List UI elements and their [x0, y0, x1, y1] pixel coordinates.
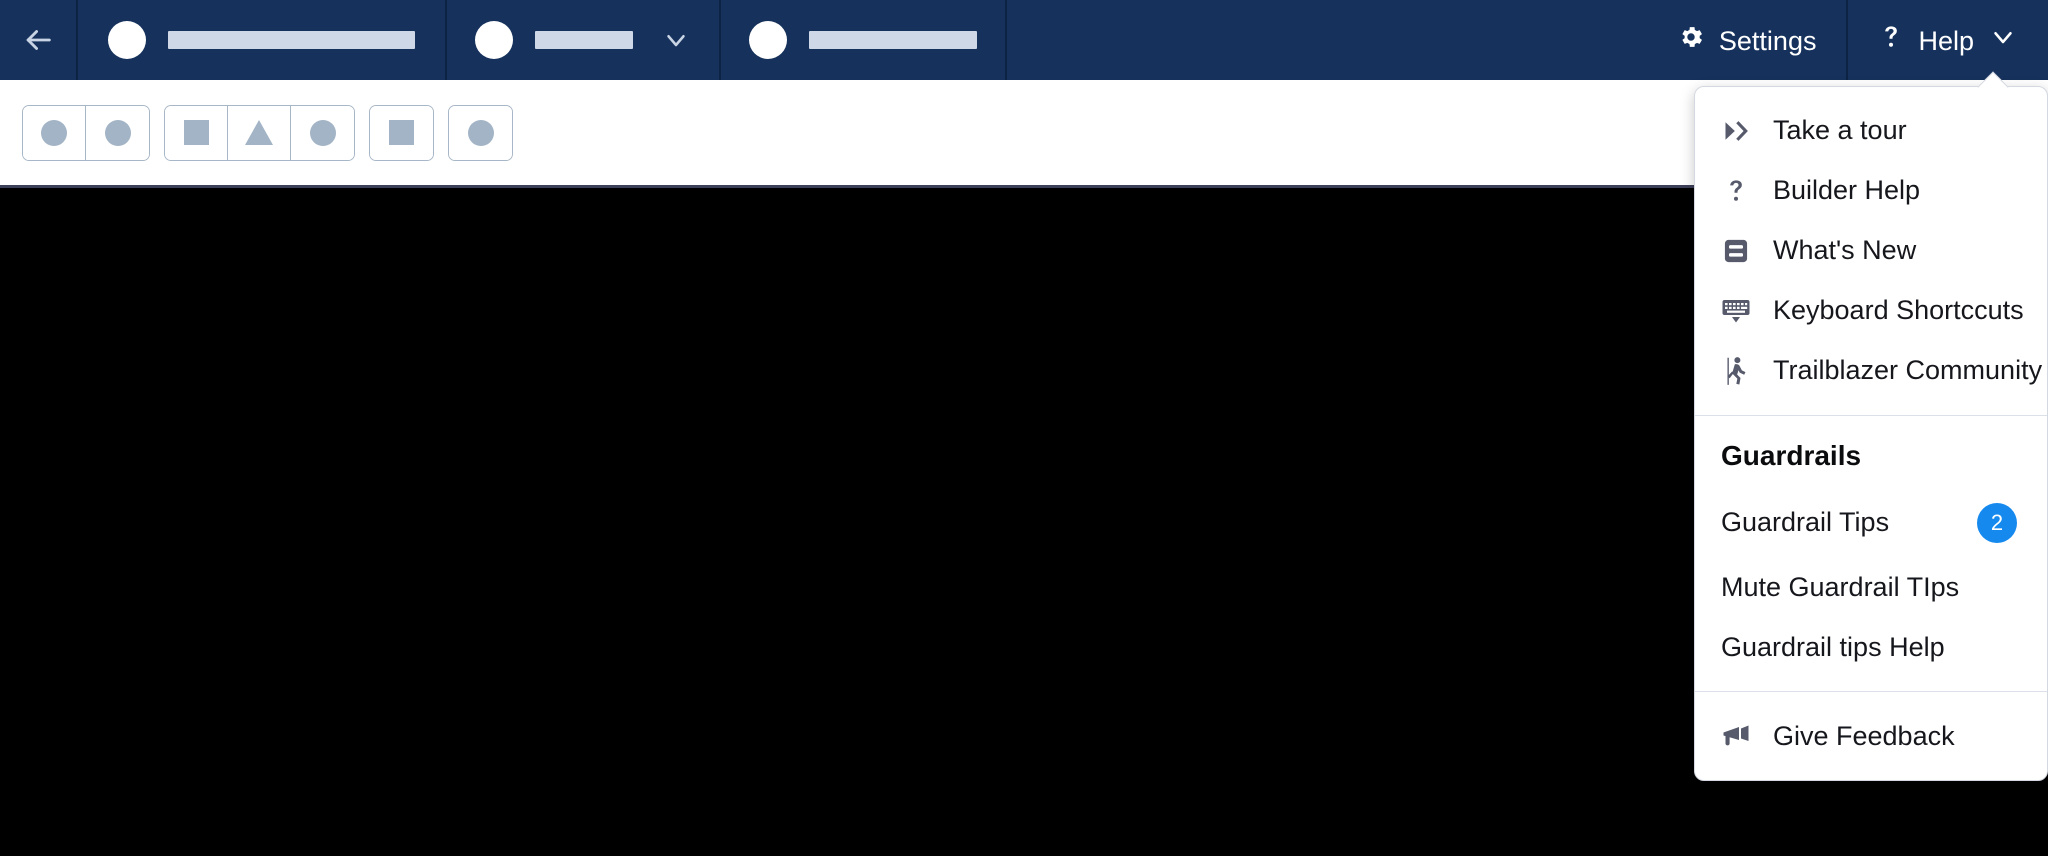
keyboard-icon	[1721, 296, 1751, 326]
menu-item-label: Keyboard Shortccuts	[1773, 295, 2024, 326]
device-preview-group	[164, 104, 355, 161]
menu-item-label: Mute Guardrail TIps	[1721, 572, 1960, 602]
menu-item-keyboard-shortcuts[interactable]: Keyboard Shortccuts	[1695, 281, 2047, 341]
menu-item-label: Give Feedback	[1773, 720, 1955, 751]
header-spacer	[1007, 0, 1647, 80]
guardrail-tips-badge: 2	[1977, 503, 2017, 543]
tablet-icon	[245, 120, 273, 145]
question-icon	[1721, 176, 1751, 206]
menu-item-label: Trailblazer Community	[1773, 355, 2043, 386]
desktop-view-button[interactable]	[165, 105, 228, 160]
menu-item-builder-help[interactable]: Builder Help	[1695, 161, 2047, 221]
mobile-view-button[interactable]	[291, 105, 354, 160]
menu-item-label: Guardrail Tips	[1721, 507, 1890, 538]
menu-item-label: Guardrail tips Help	[1721, 631, 1945, 662]
record-avatar	[749, 21, 787, 59]
undo-button[interactable]	[23, 105, 86, 160]
app-avatar	[108, 21, 146, 59]
redo-icon	[104, 119, 131, 146]
menu-item-give-feedback[interactable]: Give Feedback	[1695, 706, 2047, 766]
menu-item-guardrail-tips[interactable]: Guardrail Tips 2	[1695, 488, 2047, 558]
guardrails-section: Guardrails Guardrail Tips 2 Mute Guardra…	[1695, 415, 2047, 691]
object-avatar	[475, 21, 513, 59]
analytics-group	[448, 104, 513, 161]
settings-label: Settings	[1718, 25, 1817, 56]
help-button[interactable]: Help	[1846, 0, 2048, 80]
question-icon	[1878, 22, 1904, 59]
gear-icon	[1677, 23, 1705, 58]
refresh-group	[369, 104, 434, 161]
megaphone-icon	[1721, 721, 1751, 751]
analytics-button[interactable]	[449, 105, 512, 160]
settings-button[interactable]: Settings	[1647, 0, 1847, 80]
menu-item-guardrail-tips-help[interactable]: Guardrail tips Help	[1695, 618, 2047, 678]
header-segment-app[interactable]	[78, 0, 447, 80]
tablet-view-button[interactable]	[228, 105, 291, 160]
help-dropdown-menu: Take a tour Builder Help What's New Keyb…	[1694, 71, 2048, 782]
app-name-redacted	[168, 31, 415, 49]
desktop-icon	[183, 120, 209, 145]
menu-item-whats-new[interactable]: What's New	[1695, 221, 2047, 281]
refresh-button[interactable]	[370, 105, 433, 160]
undo-icon	[41, 119, 67, 146]
menu-item-mute-guardrail-tips[interactable]: Mute Guardrail TIps	[1695, 558, 2047, 618]
arrow-left-icon	[21, 23, 55, 57]
header-segment-object[interactable]	[447, 0, 721, 80]
analytics-icon	[467, 119, 494, 146]
help-label: Help	[1918, 25, 1974, 56]
menu-item-label: What's New	[1773, 235, 1917, 266]
refresh-icon	[389, 120, 414, 145]
object-name-redacted	[535, 31, 633, 49]
mobile-icon	[309, 119, 336, 146]
news-icon	[1721, 236, 1751, 266]
builder-app: Settings Help Take a tour Builder Help W…	[0, 0, 2048, 856]
global-header: Settings Help	[0, 0, 2048, 80]
chevron-down-icon[interactable]	[661, 25, 691, 55]
guardrails-heading: Guardrails	[1721, 440, 1862, 471]
undo-redo-group	[22, 104, 150, 161]
back-button[interactable]	[0, 0, 78, 80]
menu-item-label: Builder Help	[1773, 175, 1921, 206]
redo-button[interactable]	[86, 105, 149, 160]
hiker-icon	[1721, 356, 1751, 386]
help-links-section: Take a tour Builder Help What's New Keyb…	[1695, 87, 2047, 415]
fast-forward-icon	[1721, 116, 1751, 146]
menu-item-take-a-tour[interactable]: Take a tour	[1695, 101, 2047, 161]
record-name-redacted	[809, 31, 977, 49]
feedback-section: Give Feedback	[1695, 691, 2047, 780]
chevron-down-icon[interactable]	[1988, 22, 2018, 59]
header-segment-record[interactable]	[721, 0, 1007, 80]
menu-item-trailblazer-community[interactable]: Trailblazer Community	[1695, 341, 2047, 401]
menu-item-label: Take a tour	[1773, 115, 1907, 146]
